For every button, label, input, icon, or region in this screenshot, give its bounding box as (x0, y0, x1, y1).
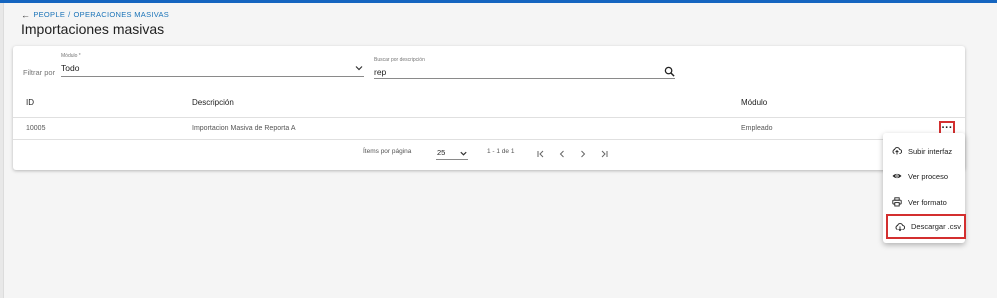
menu-item-label: Subir interfaz (908, 146, 953, 156)
items-per-page-label: Ítems por página (363, 148, 412, 155)
column-header-id[interactable]: ID (26, 98, 34, 107)
row-description: Importacion Masiva de Reporta A (192, 125, 296, 132)
first-page-icon[interactable] (534, 147, 548, 161)
search-icon[interactable] (664, 66, 675, 77)
printer-icon (892, 197, 902, 207)
menu-item-label: Descargar .csv (911, 222, 962, 231)
row-module: Empleado (741, 125, 773, 132)
breadcrumb-current[interactable]: OPERACIONES MASIVAS (74, 10, 170, 19)
download-cloud-icon (895, 222, 905, 232)
search-field-label: Buscar por descripción (374, 57, 425, 63)
menu-item-subir-interfaz[interactable]: Subir interfaz (885, 139, 963, 163)
row-id: 10005 (26, 125, 46, 132)
last-page-icon[interactable] (597, 147, 611, 161)
page-title: Importaciones masivas (21, 21, 165, 37)
upload-cloud-icon (892, 146, 902, 156)
menu-item-ver-formato[interactable]: Ver formato (885, 190, 963, 214)
module-select[interactable]: Módulo * Todo (61, 53, 364, 77)
search-input[interactable]: Buscar por descripción rep (374, 57, 675, 79)
menu-item-label: Ver proceso (908, 171, 949, 181)
breadcrumb-parent-link[interactable]: PEOPLE (33, 10, 65, 19)
search-field-value: rep (374, 67, 387, 77)
header-divider (13, 117, 965, 118)
menu-item-descargar-csv[interactable]: Descargar .csv (886, 214, 966, 239)
left-sidebar-rail (0, 3, 4, 298)
next-page-icon[interactable] (576, 147, 590, 161)
filter-label: Filtrar por (23, 68, 56, 77)
menu-item-label: Ver formato (908, 197, 947, 207)
module-field-label: Módulo * (61, 53, 81, 59)
top-accent-bar (0, 0, 997, 3)
breadcrumb: ← PEOPLE / OPERACIONES MASIVAS (21, 10, 169, 19)
chevron-down-icon (355, 66, 363, 71)
more-horizontal-icon: ··· (941, 122, 953, 134)
page-range: 1 - 1 de 1 (487, 148, 515, 155)
prev-page-icon[interactable] (555, 147, 569, 161)
breadcrumb-separator: / (68, 10, 71, 19)
row-actions-menu: Subir interfaz Ver proceso Ver formato D… (883, 133, 966, 243)
imports-card: Filtrar por Módulo * Todo Buscar por des… (13, 46, 965, 170)
page-size-value: 25 (437, 148, 446, 157)
page-size-select[interactable]: 25 (436, 147, 468, 160)
module-field-value: Todo (61, 63, 80, 73)
chevron-down-icon (460, 151, 467, 156)
column-header-module[interactable]: Módulo (741, 98, 767, 107)
menu-item-ver-proceso[interactable]: Ver proceso (885, 164, 963, 188)
eye-icon (892, 171, 902, 181)
column-header-description[interactable]: Descripción (192, 98, 234, 107)
row-divider (13, 139, 965, 140)
back-arrow-icon[interactable]: ← (21, 10, 30, 19)
